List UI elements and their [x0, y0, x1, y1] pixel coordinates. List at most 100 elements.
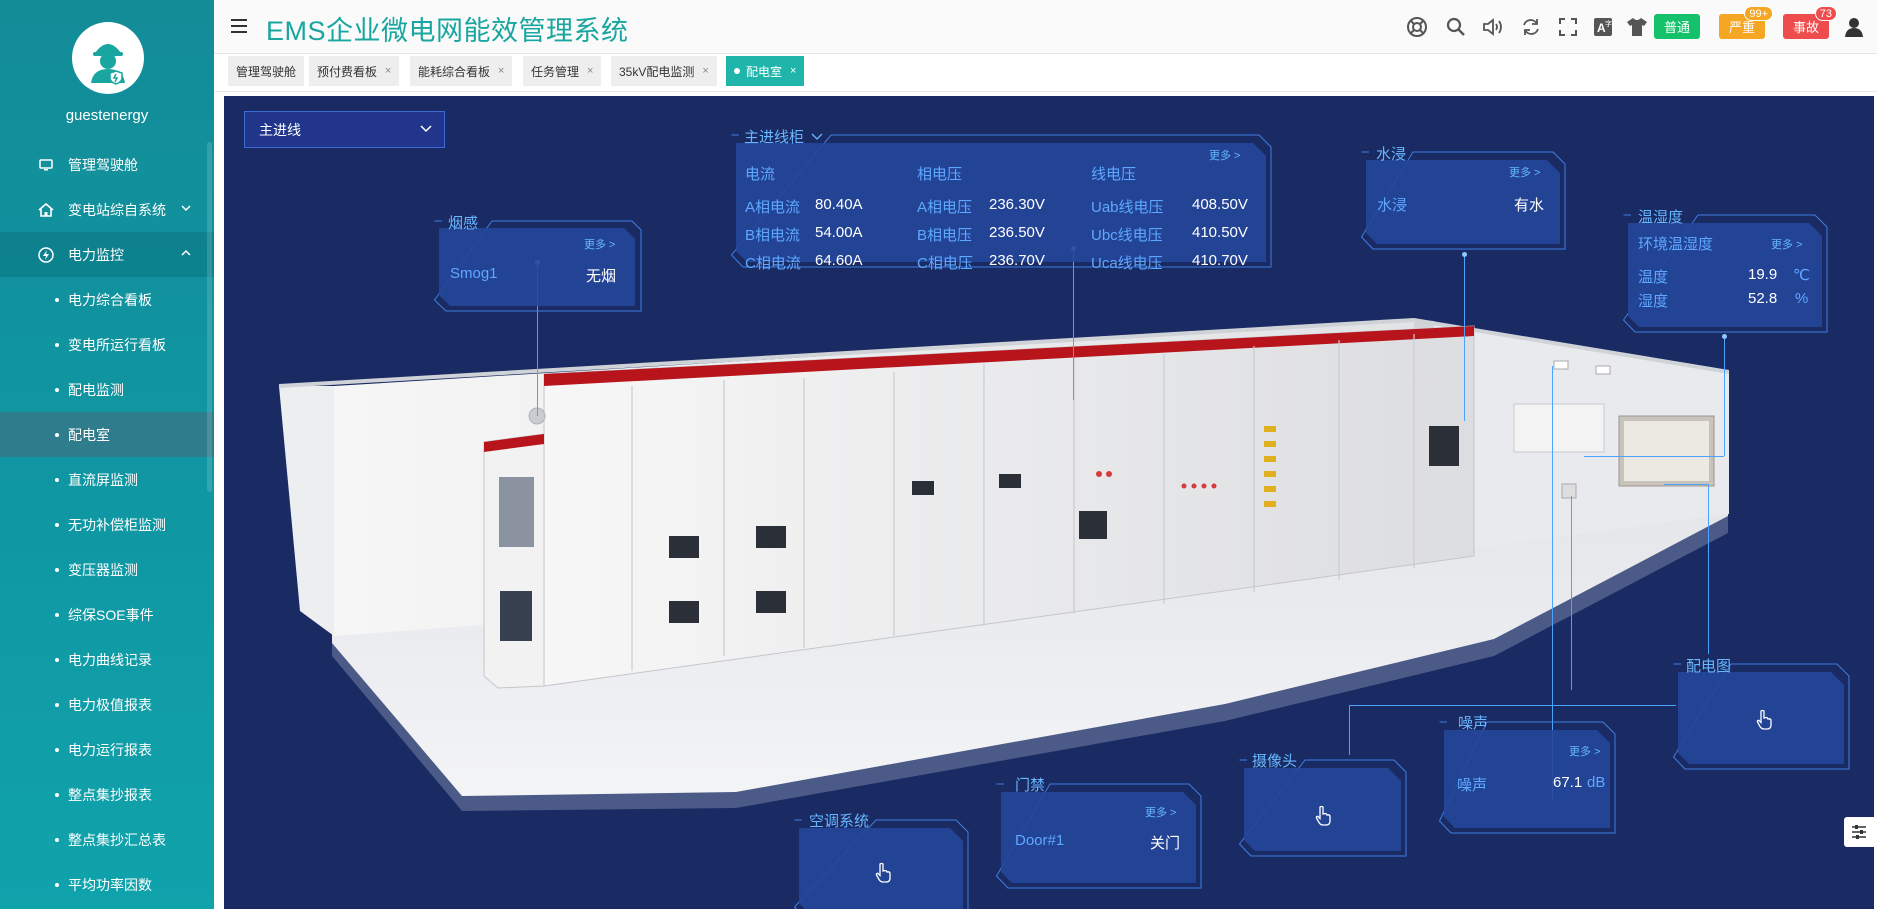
- noise-panel[interactable]: 噪声 更多 > 噪声 67.1 dB: [1439, 712, 1616, 834]
- close-icon[interactable]: ×: [587, 65, 593, 77]
- tab-prepaid[interactable]: 预付费看板 ×: [309, 56, 400, 86]
- close-icon[interactable]: ×: [385, 65, 391, 77]
- sidebar-item-substation[interactable]: 变电站综自系统: [0, 187, 214, 232]
- bullet-icon: [55, 298, 59, 302]
- line-voltage-ca-label: Uca线电压: [1091, 255, 1163, 272]
- refresh-icon[interactable]: [1519, 15, 1543, 39]
- hand-pointer-icon[interactable]: [1752, 708, 1776, 732]
- line-voltage-ca-value: 410.70V: [1192, 252, 1248, 269]
- sidebar-subitem-hourly-summary[interactable]: 整点集抄汇总表: [0, 817, 214, 862]
- sidebar-subitem-hourly-reading[interactable]: 整点集抄报表: [0, 772, 214, 817]
- tab-task-management[interactable]: 任务管理 ×: [523, 56, 602, 86]
- monitor-icon: [38, 157, 54, 173]
- sidebar-subitem-power-factor[interactable]: 平均功率因数: [0, 862, 214, 907]
- sidebar-subitem-label: 电力极值报表: [68, 696, 152, 713]
- phase-voltage-a-value: 236.30V: [989, 196, 1045, 213]
- hand-pointer-icon[interactable]: [1311, 804, 1335, 828]
- status-serious-button[interactable]: 严重 99+: [1719, 6, 1773, 39]
- engineer-avatar-icon: [91, 44, 125, 85]
- connector-line: [1073, 248, 1074, 400]
- tab-distribution-room[interactable]: 配电室 ×: [726, 56, 805, 86]
- settings-sliders-button[interactable]: [1844, 817, 1874, 847]
- more-link[interactable]: 更多 >: [1509, 164, 1540, 180]
- fullscreen-icon[interactable]: [1556, 15, 1580, 39]
- bullet-icon: [55, 613, 59, 617]
- line-select[interactable]: 主进线: [244, 111, 445, 148]
- distribution-map-panel[interactable]: 配电图: [1673, 654, 1850, 770]
- more-link[interactable]: 更多 >: [1569, 743, 1600, 759]
- sidebar-subitem-transformer[interactable]: 变压器监测: [0, 547, 214, 592]
- temperature-humidity-panel[interactable]: 温湿度 环境温湿度 更多 > 温度 19.9 ℃ 湿度 52.8 %: [1623, 203, 1828, 333]
- sidebar-subitem-label: 平均功率因数: [68, 876, 152, 893]
- sidebar-subitem-label: 整点集抄汇总表: [68, 831, 166, 848]
- humidity-value: 52.8: [1748, 290, 1778, 307]
- sidebar-subitem-distribution-room[interactable]: 配电室: [0, 412, 214, 457]
- menu-toggle-icon[interactable]: [231, 19, 247, 33]
- panel-title: 噪声: [1458, 715, 1489, 732]
- sidebar-subitem-extreme-report[interactable]: 电力极值报表: [0, 682, 214, 727]
- sidebar-subitem-substation-dashboard[interactable]: 变电所运行看板: [0, 322, 214, 367]
- search-icon[interactable]: [1444, 15, 1468, 39]
- sidebar-subitem-dc-panel[interactable]: 直流屏监测: [0, 457, 214, 502]
- sidebar-item-label: 管理驾驶舱: [68, 156, 138, 173]
- sidebar-item-power-monitor[interactable]: 电力监控: [0, 232, 214, 277]
- camera-panel[interactable]: 摄像头: [1239, 750, 1407, 857]
- sidebar-subitem-reactive-compensation[interactable]: 无功补偿柜监测: [0, 502, 214, 547]
- water-leak-panel[interactable]: 水浸 更多 > 水浸 有水: [1361, 140, 1566, 250]
- phase-voltage-b-value: 236.50V: [989, 224, 1045, 241]
- status-normal-button[interactable]: 普通: [1654, 14, 1700, 39]
- sidebar-item-cockpit[interactable]: 管理驾驶舱: [0, 142, 214, 187]
- sidebar-subitem-power-dashboard[interactable]: 电力综合看板: [0, 277, 214, 322]
- tab-energy-dashboard[interactable]: 能耗综合看板 ×: [410, 56, 513, 86]
- hand-pointer-icon[interactable]: [871, 861, 895, 885]
- door-name: Door#1: [1015, 832, 1065, 849]
- active-dot-icon: [734, 68, 740, 74]
- volume-icon[interactable]: [1481, 15, 1505, 39]
- tab-35kv-monitor[interactable]: 35kV配电监测 ×: [611, 56, 717, 86]
- chevron-down-icon[interactable]: [811, 133, 823, 141]
- sidebar-scrollbar[interactable]: [207, 142, 212, 492]
- bullet-icon: [55, 523, 59, 527]
- theme-shirt-icon[interactable]: [1625, 15, 1649, 39]
- sidebar-subitem-label: 变电所运行看板: [68, 336, 166, 353]
- close-icon[interactable]: ×: [702, 65, 708, 77]
- current-c-value: 64.60A: [815, 252, 863, 269]
- chevron-down-icon: [181, 205, 191, 212]
- sidebar-subitem-label: 变压器监测: [68, 561, 138, 578]
- tab-cockpit[interactable]: 管理驾驶舱: [228, 56, 305, 86]
- phase-voltage-c-label: C相电压: [917, 255, 973, 272]
- svg-text:字: 字: [1605, 19, 1612, 28]
- phase-voltage-a-label: A相电压: [917, 199, 973, 216]
- main-incoming-cabinet-panel[interactable]: 主进线柜 更多 > 电流 相电压 线电压 A相电流 80.40A B相电流 54…: [731, 123, 1272, 272]
- bullet-icon: [55, 343, 59, 347]
- help-ring-icon[interactable]: [1405, 15, 1429, 39]
- sidebar-subitem-distribution-monitor[interactable]: 配电监测: [0, 367, 214, 412]
- sidebar-subitem-operation-report[interactable]: 电力运行报表: [0, 727, 214, 772]
- aircon-panel[interactable]: 空调系统: [794, 810, 969, 909]
- more-link[interactable]: 更多 >: [1145, 804, 1176, 820]
- bullet-icon: [55, 658, 59, 662]
- user-avatar[interactable]: [72, 22, 144, 94]
- current-c-label: C相电流: [745, 255, 801, 272]
- more-link[interactable]: 更多 >: [1209, 147, 1240, 163]
- close-icon[interactable]: ×: [790, 65, 796, 77]
- access-control-panel[interactable]: 门禁 更多 > Door#1 关门: [996, 774, 1202, 889]
- more-link[interactable]: 更多 >: [584, 236, 615, 252]
- temperature-value: 19.9: [1748, 266, 1778, 283]
- panel-title: 水浸: [1376, 146, 1407, 163]
- more-link[interactable]: 更多 >: [1771, 236, 1802, 252]
- sidebar-subitem-label: 电力曲线记录: [68, 651, 152, 668]
- water-status: 有水: [1514, 197, 1545, 214]
- close-icon[interactable]: ×: [498, 65, 504, 77]
- sidebar-subitem-soe-events[interactable]: 综保SOE事件: [0, 592, 214, 637]
- current-b-label: B相电流: [745, 227, 801, 244]
- smoke-device-name: Smog1: [450, 265, 498, 282]
- sidebar-subitem-power-curve[interactable]: 电力曲线记录: [0, 637, 214, 682]
- smoke-sensor-panel[interactable]: 烟感 更多 > Smog1 无烟: [434, 206, 642, 312]
- user-icon[interactable]: [1842, 15, 1866, 39]
- translate-icon[interactable]: A字: [1591, 15, 1615, 39]
- connector-line: [1571, 496, 1572, 690]
- sidebar-subitem-label: 整点集抄报表: [68, 786, 152, 803]
- status-accident-button[interactable]: 事故 73: [1783, 6, 1837, 39]
- connector-line: [1349, 705, 1676, 706]
